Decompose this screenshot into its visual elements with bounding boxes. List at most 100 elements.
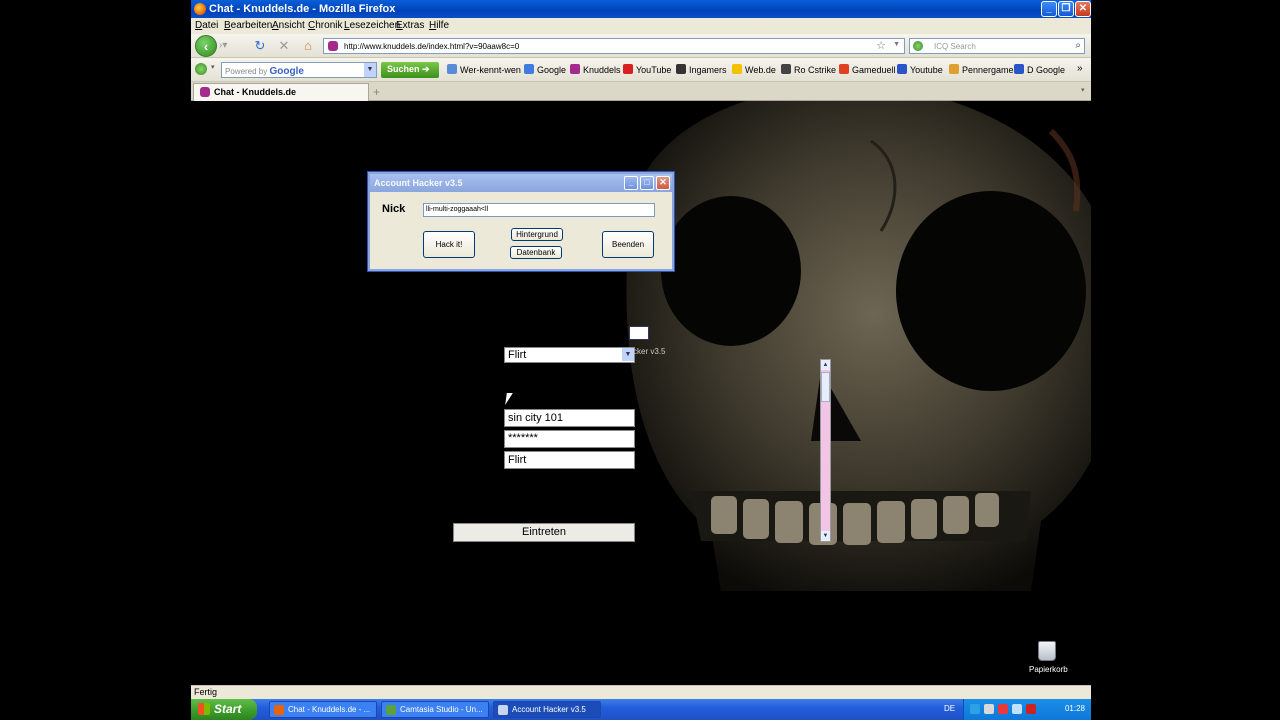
bookmark-item[interactable]: Google — [524, 64, 566, 75]
tab-favicon — [200, 87, 210, 97]
search-bar[interactable]: ICQ Search ⌕ — [909, 38, 1085, 54]
account-hacker-dialog: Account Hacker v3.5 _ □ ✕ Nick lli-multi… — [368, 172, 674, 271]
scroll-thumb[interactable] — [821, 372, 830, 402]
tray-security-icon[interactable] — [998, 704, 1008, 714]
scroll-up-icon[interactable]: ▲ — [821, 360, 830, 370]
search-icon[interactable]: ⌕ — [1075, 40, 1081, 51]
google-dropdown-icon[interactable]: ▼ — [364, 63, 376, 77]
maximize-button[interactable]: ❐ — [1058, 1, 1074, 17]
bookmarks-toolbar: ▾ Powered by Google ▼ Suchen ➔ Wer-kennt… — [191, 58, 1091, 82]
search-engine-icon[interactable] — [913, 41, 923, 51]
recycle-bin[interactable]: Papierkorb — [1029, 641, 1068, 674]
taskbar-item[interactable]: Account Hacker v3.5 — [493, 701, 601, 718]
bookmark-item[interactable]: Web.de — [732, 64, 776, 75]
menu-ansicht[interactable]: Ansicht — [272, 20, 305, 31]
bookmark-label: Pennergame — [962, 65, 1014, 75]
bookmark-favicon-icon — [676, 64, 686, 74]
dialog-maximize-button[interactable]: □ — [640, 176, 654, 190]
bookmark-label: D Google — [1027, 65, 1066, 75]
bookmark-favicon-icon — [623, 64, 633, 74]
status-bar: Fertig — [191, 685, 1091, 699]
tray-monitor-icon[interactable] — [1012, 704, 1022, 714]
close-button[interactable]: ✕ — [1075, 1, 1091, 17]
nickname-input[interactable]: sin city 101 — [504, 409, 635, 427]
google-search-label: Suchen — [387, 64, 420, 74]
bookmark-label: Ingamers — [689, 65, 727, 75]
bookmark-item[interactable]: Youtube — [897, 64, 943, 75]
bookmark-favicon-icon — [732, 64, 742, 74]
menu-extras[interactable]: Extras — [396, 20, 424, 31]
dialog-close-button[interactable]: ✕ — [656, 176, 670, 190]
background-button[interactable]: Hintergrund — [511, 228, 563, 241]
windows-taskbar: Start Chat - Knuddels.de - ... Camtasia S… — [191, 699, 1091, 720]
bookmark-item[interactable]: Ro Cstrike — [781, 64, 836, 75]
recycle-bin-label: Papierkorb — [1029, 665, 1068, 674]
mouse-pointer-icon — [505, 393, 513, 405]
tray-network-icon[interactable] — [984, 704, 994, 714]
windows-logo-icon — [198, 703, 210, 715]
taskbar-app-icon — [274, 705, 284, 715]
menu-chronik[interactable]: Chronik — [308, 20, 342, 31]
taskbar-item-label: Chat - Knuddels.de - ... — [288, 705, 371, 714]
database-button[interactable]: Datenbank — [510, 246, 562, 259]
google-search-input[interactable]: Powered by Google ▼ — [221, 62, 377, 78]
bookmark-item[interactable]: D Google — [1014, 64, 1065, 75]
back-button[interactable]: ‹ — [195, 35, 217, 57]
bookmark-label: Youtube — [910, 65, 943, 75]
taskbar-item[interactable]: Camtasia Studio - Un... — [381, 701, 489, 718]
hack-button[interactable]: Hack it! — [423, 231, 475, 258]
tab-knuddels[interactable]: Chat - Knuddels.de — [193, 83, 369, 101]
menu-datei[interactable]: Datei — [195, 20, 218, 31]
start-button[interactable]: Start — [191, 699, 257, 720]
password-input[interactable]: ******* — [504, 430, 635, 448]
powered-by-label: Powered by — [225, 67, 268, 76]
tray-app-icon[interactable] — [970, 704, 980, 714]
exit-button[interactable]: Beenden — [602, 231, 654, 258]
tab-strip: Chat - Knuddels.de + ▾ — [191, 82, 1091, 101]
home-icon[interactable]: ⌂ — [301, 39, 315, 53]
bookmark-item[interactable]: Wer-kennt-wen — [447, 64, 521, 75]
enter-button[interactable]: Eintreten — [453, 523, 635, 542]
bookmark-favicon-icon — [1014, 64, 1024, 74]
stop-icon[interactable]: ✕ — [277, 39, 291, 53]
more-bookmarks-icon[interactable]: » — [1077, 63, 1083, 74]
toolbar-gear-icon[interactable] — [195, 63, 207, 75]
navigation-toolbar: ‹ ›▾ ↻ ✕ ⌂ http://www.knuddels.de/index.… — [191, 34, 1091, 58]
hidden-window-label: cker v3.5 — [633, 347, 666, 356]
new-tab-button[interactable]: + — [373, 85, 380, 99]
url-text: http://www.knuddels.de/index.html?v=90aa… — [344, 42, 520, 51]
menu-lesezeichen[interactable]: Lesezeichen — [344, 20, 400, 31]
firefox-window: Chat - Knuddels.de - Mozilla Firefox _ ❐… — [191, 0, 1091, 720]
bookmark-item[interactable]: Gameduell — [839, 64, 896, 75]
url-dropdown-icon[interactable]: ▼ — [893, 41, 900, 48]
recycle-bin-icon — [1038, 641, 1056, 661]
bookmark-item[interactable]: Pennergame — [949, 64, 1014, 75]
menu-hilfe[interactable]: Hilfe — [429, 20, 449, 31]
toolbar-dropdown-icon[interactable]: ▾ — [211, 63, 215, 71]
taskbar-item-label: Account Hacker v3.5 — [512, 705, 586, 714]
clock: 01:28 — [1064, 704, 1085, 713]
bookmark-item[interactable]: Ingamers — [676, 64, 727, 75]
google-search-button[interactable]: Suchen ➔ — [381, 62, 439, 78]
scrollbar[interactable]: ▲ ▼ — [820, 359, 831, 542]
channel-select[interactable]: Flirt ▼ — [504, 347, 635, 363]
menu-bar: Datei Bearbeiten Ansicht Chronik Lesezei… — [191, 18, 1091, 34]
nick-input[interactable]: lli-multi-zoggaaah<ll — [423, 203, 655, 217]
language-indicator[interactable]: DE — [944, 704, 955, 713]
bookmark-item[interactable]: Knuddels — [570, 64, 621, 75]
channel-select-value: Flirt — [508, 349, 527, 361]
channel-input[interactable]: Flirt — [504, 451, 635, 469]
scroll-down-icon[interactable]: ▼ — [821, 531, 830, 541]
minimize-button[interactable]: _ — [1041, 1, 1057, 17]
bookmark-star-icon[interactable]: ☆ — [876, 39, 886, 52]
bookmark-label: Web.de — [745, 65, 776, 75]
reload-icon[interactable]: ↻ — [253, 39, 267, 53]
menu-bearbeiten[interactable]: Bearbeiten — [224, 20, 272, 31]
url-bar[interactable]: http://www.knuddels.de/index.html?v=90aa… — [323, 38, 905, 54]
taskbar-item[interactable]: Chat - Knuddels.de - ... — [269, 701, 377, 718]
tray-antivirus-icon[interactable] — [1026, 704, 1036, 714]
tab-list-icon[interactable]: ▾ — [1081, 86, 1085, 94]
forward-button[interactable]: ›▾ — [219, 40, 231, 52]
dialog-minimize-button[interactable]: _ — [624, 176, 638, 190]
bookmark-item[interactable]: YouTube — [623, 64, 671, 75]
